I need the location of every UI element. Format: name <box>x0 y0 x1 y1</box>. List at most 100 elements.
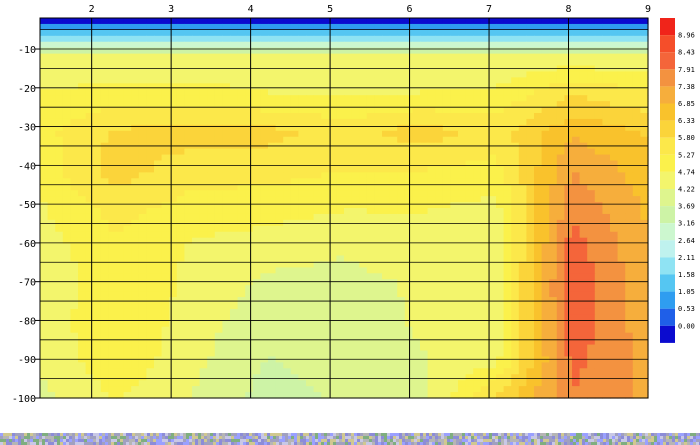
contour-cell <box>298 178 307 185</box>
contour-cell <box>389 190 398 197</box>
contour-cell <box>435 29 444 37</box>
contour-cell <box>138 41 147 49</box>
contour-cell <box>632 89 641 96</box>
contour-cell <box>389 202 398 209</box>
contour-cell <box>199 172 208 179</box>
contour-cell <box>610 53 619 61</box>
contour-cell <box>336 380 345 387</box>
contour-cell <box>283 18 292 25</box>
contour-cell <box>572 374 581 381</box>
contour-cell <box>55 303 64 310</box>
contour-cell <box>123 225 132 233</box>
contour-cell <box>100 291 109 298</box>
contour-cell <box>154 285 163 292</box>
contour-cell <box>344 118 353 126</box>
contour-cell <box>138 362 147 369</box>
contour-cell <box>78 249 87 257</box>
contour-cell <box>473 350 482 358</box>
contour-cell <box>404 190 413 197</box>
contour-cell <box>214 374 223 381</box>
contour-cell <box>55 308 64 316</box>
contour-cell <box>511 380 520 387</box>
contour-cell <box>268 273 277 280</box>
contour-cell <box>222 267 231 274</box>
contour-cell <box>336 71 345 78</box>
contour-cell <box>245 154 254 162</box>
contour-cell <box>473 95 482 102</box>
contour-cell <box>313 303 322 310</box>
contour-cell <box>100 136 109 144</box>
contour-cell <box>138 166 147 173</box>
contour-cell <box>511 101 520 108</box>
contour-cell <box>344 113 353 120</box>
contour-cell <box>511 297 520 304</box>
contour-cell <box>480 213 489 221</box>
contour-cell <box>450 101 459 108</box>
contour-cell <box>62 267 71 274</box>
contour-cell <box>617 374 626 381</box>
contour-cell <box>366 29 375 37</box>
contour-cell <box>199 95 208 102</box>
contour-cell <box>70 113 79 120</box>
contour-cell <box>321 130 330 138</box>
contour-cell <box>100 35 109 43</box>
contour-cell <box>594 101 603 108</box>
contour-cell <box>397 178 406 185</box>
contour-cell <box>268 107 277 114</box>
contour-cell <box>245 243 254 251</box>
contour-cell <box>207 320 216 328</box>
contour-cell <box>382 148 391 156</box>
contour-cell <box>351 303 360 310</box>
contour-cell <box>442 208 451 215</box>
contour-cell <box>146 208 155 215</box>
contour-cell <box>617 196 626 203</box>
contour-cell <box>108 374 117 381</box>
contour-cell <box>488 350 497 358</box>
contour-cell <box>176 53 185 61</box>
contour-cell <box>610 83 619 90</box>
contour-cell <box>382 267 391 274</box>
contour-cell <box>427 249 436 257</box>
contour-cell <box>587 83 596 90</box>
contour-cell <box>404 208 413 215</box>
contour-cell <box>465 184 474 191</box>
contour-cell <box>458 368 467 375</box>
contour-cell <box>374 101 383 108</box>
contour-cell <box>602 344 611 352</box>
contour-cell <box>572 202 581 209</box>
contour-cell <box>450 71 459 78</box>
contour-cell <box>161 113 170 120</box>
contour-cell <box>85 178 94 185</box>
contour-cell <box>344 71 353 78</box>
contour-cell <box>450 113 459 120</box>
contour-cell <box>534 190 543 197</box>
contour-cell <box>587 297 596 304</box>
contour-cell <box>610 356 619 363</box>
contour-cell <box>85 249 94 257</box>
contour-cell <box>572 213 581 221</box>
contour-cell <box>93 136 102 144</box>
contour-cell <box>62 225 71 233</box>
contour-cell <box>138 83 147 90</box>
contour-cell <box>579 255 588 263</box>
contour-cell <box>47 202 56 209</box>
contour-cell <box>237 308 246 316</box>
contour-cell <box>108 326 117 334</box>
contour-cell <box>602 59 611 67</box>
contour-cell <box>397 154 406 162</box>
contour-cell <box>93 362 102 369</box>
contour-cell <box>169 374 178 381</box>
contour-cell <box>412 308 421 316</box>
contour-cell <box>594 243 603 251</box>
contour-cell <box>503 332 512 340</box>
contour-cell <box>480 59 489 67</box>
contour-cell <box>374 273 383 280</box>
contour-cell <box>298 166 307 173</box>
contour-cell <box>306 362 315 369</box>
contour-cell <box>572 279 581 286</box>
contour-cell <box>458 29 467 37</box>
contour-cell <box>503 124 512 132</box>
contour-cell <box>351 154 360 162</box>
contour-cell <box>108 320 117 328</box>
contour-cell <box>321 202 330 209</box>
